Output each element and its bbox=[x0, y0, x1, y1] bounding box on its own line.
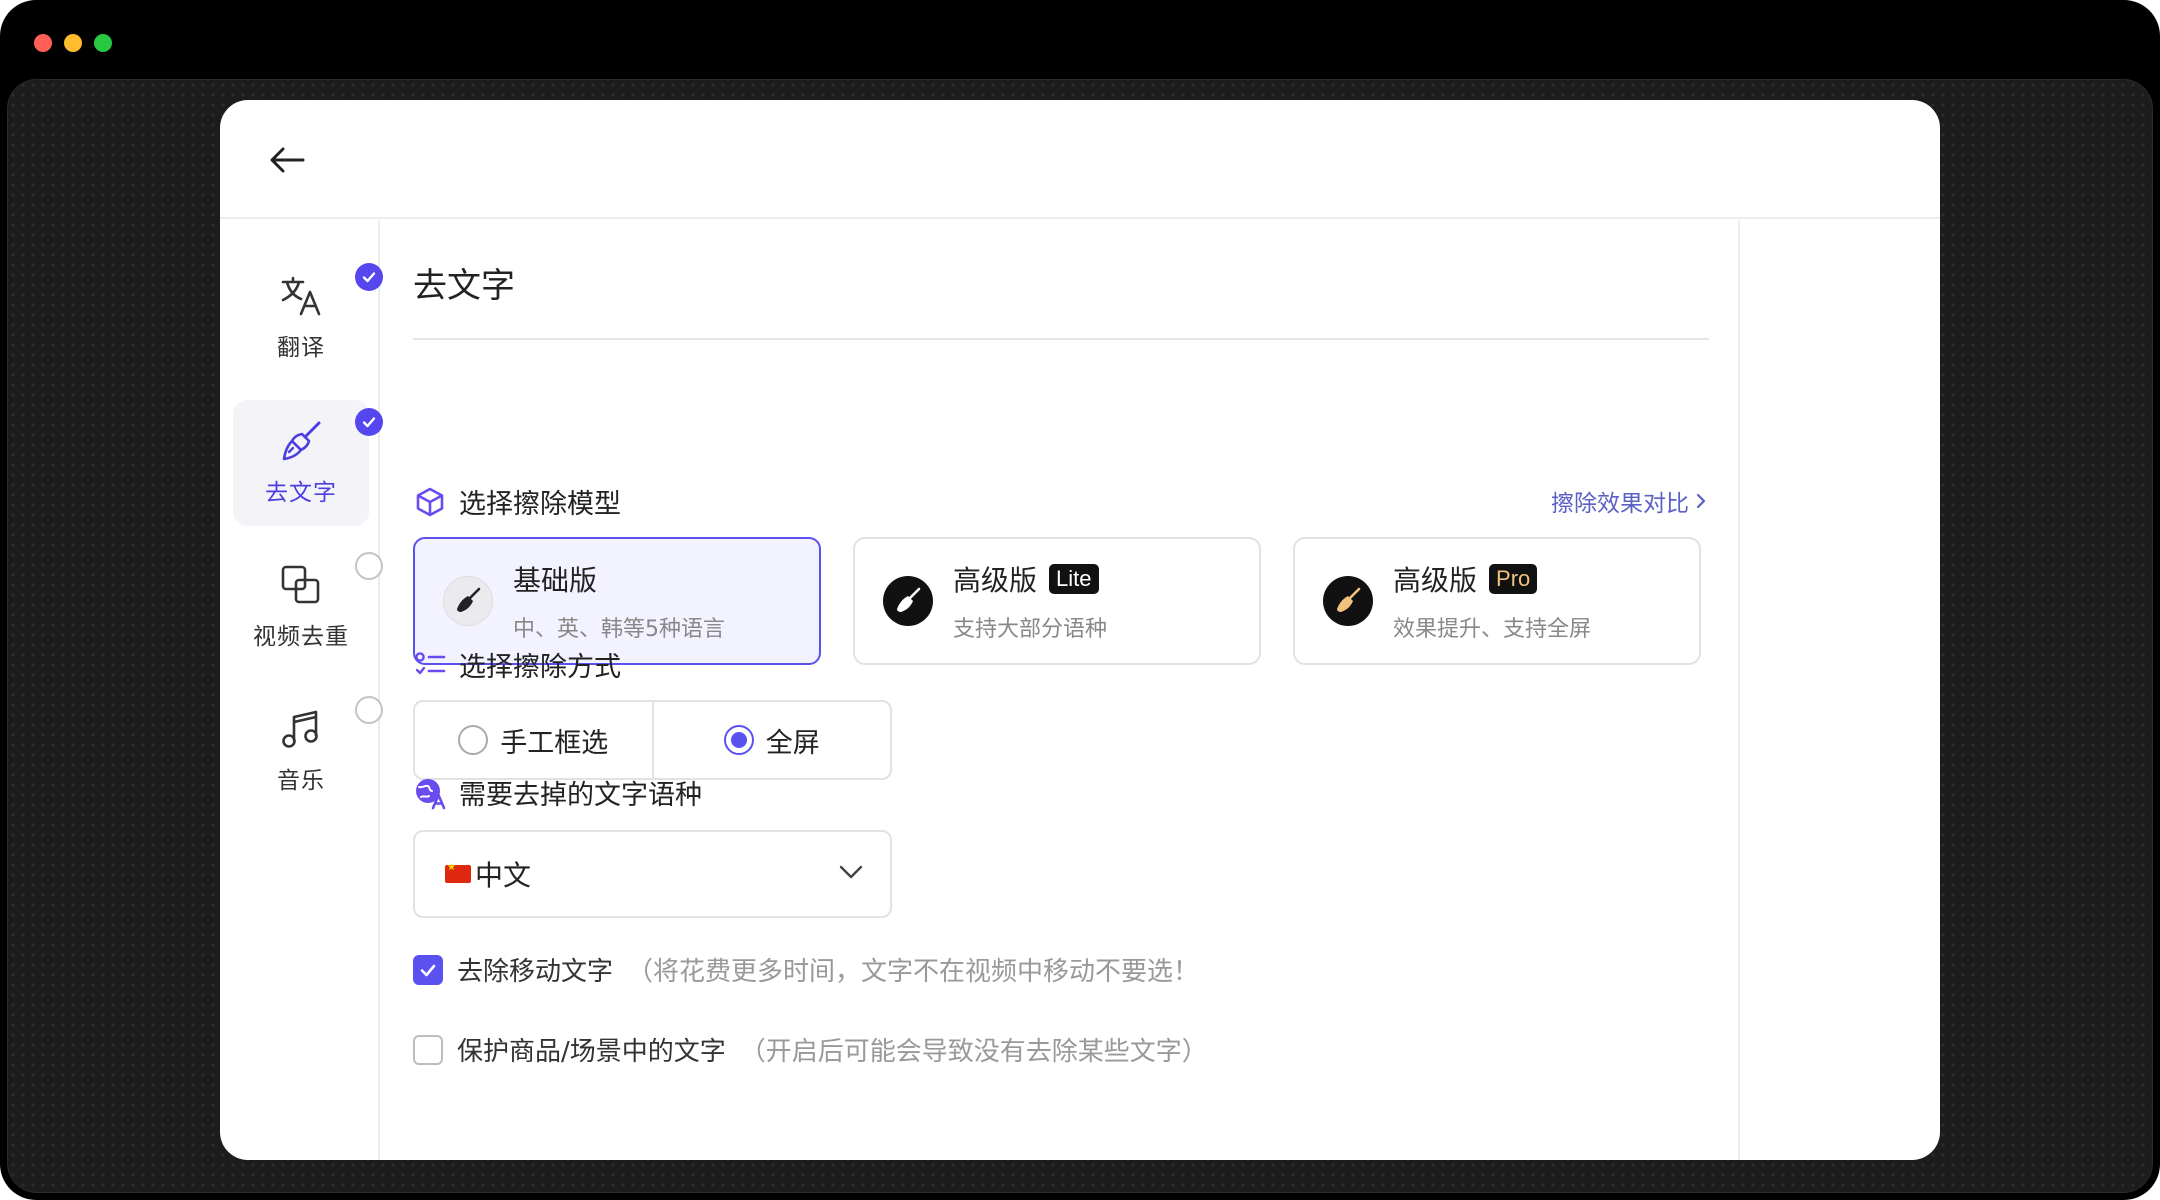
option-hint: （将花费更多时间，文字不在视频中移动不要选！ bbox=[627, 957, 1200, 987]
broom-icon bbox=[282, 421, 321, 461]
mode-option-manual[interactable]: 手工框选 bbox=[415, 702, 652, 778]
feature-sidebar: 翻译 去文字 视频去重 音乐 bbox=[220, 220, 383, 1160]
check-circle-icon bbox=[355, 408, 383, 436]
lite-badge: Lite bbox=[1049, 564, 1099, 594]
remove-text-dialog: 翻译 去文字 视频去重 音乐 去文字 选择擦除模型 擦除效果对比 基础版 中、英… bbox=[220, 100, 1940, 1160]
remove-text-panel: 去文字 选择擦除模型 擦除效果对比 基础版 中、英、韩等5种语言 高级版 Lit… bbox=[413, 220, 1713, 1160]
window-controls bbox=[34, 34, 112, 52]
model-card-subtitle: 效果提升、支持全屏 bbox=[1393, 617, 1592, 642]
list-check-icon bbox=[413, 648, 447, 682]
right-panel-divider bbox=[1738, 220, 1740, 1160]
sidebar-item-translate[interactable]: 翻译 bbox=[233, 255, 383, 381]
protect-product-text-checkbox[interactable] bbox=[413, 1034, 443, 1065]
mode-option-fullscreen[interactable]: 全屏 bbox=[651, 702, 891, 778]
close-window-button[interactable] bbox=[34, 34, 52, 52]
sidebar-item-label: 音乐 bbox=[277, 768, 325, 794]
maximize-window-button[interactable] bbox=[94, 34, 112, 52]
pro-badge: Pro bbox=[1489, 564, 1538, 594]
sidebar-item-label: 去文字 bbox=[265, 480, 337, 506]
sidebar-item-label: 视频去重 bbox=[253, 624, 349, 650]
mode-section-heading: 选择擦除方式 bbox=[413, 645, 621, 684]
check-circle-icon bbox=[355, 263, 383, 291]
compare-link-label: 擦除效果对比 bbox=[1551, 491, 1689, 517]
model-card-title: 高级版 bbox=[953, 564, 1038, 597]
china-flag-icon bbox=[445, 862, 471, 883]
back-button[interactable] bbox=[262, 138, 312, 182]
model-section-heading: 选择擦除模型 bbox=[413, 482, 621, 521]
unchecked-circle-icon bbox=[355, 696, 383, 724]
music-note-icon bbox=[282, 710, 318, 748]
unchecked-circle-icon bbox=[355, 552, 383, 580]
language-select-value: 中文 bbox=[475, 859, 532, 892]
chevron-right-icon bbox=[1696, 493, 1706, 509]
minimize-window-button[interactable] bbox=[64, 34, 82, 52]
device-frame: 翻译 去文字 视频去重 音乐 去文字 选择擦除模型 擦除效果对比 基础版 中、英… bbox=[0, 0, 2160, 1200]
model-card-title: 高级版 bbox=[1393, 564, 1478, 597]
radio-button[interactable] bbox=[723, 725, 754, 755]
model-card-subtitle: 支持大部分语种 bbox=[953, 617, 1108, 642]
erase-mode-segmented: 手工框选 全屏 bbox=[413, 700, 892, 780]
copy-icon bbox=[281, 565, 320, 604]
mode-option-label: 手工框选 bbox=[500, 727, 609, 759]
arrow-left-icon bbox=[270, 147, 305, 173]
broom-icon bbox=[1323, 576, 1373, 626]
model-card-pro[interactable]: 高级版 Pro 效果提升、支持全屏 bbox=[1293, 537, 1701, 665]
model-card-lite[interactable]: 高级版 Lite 支持大部分语种 bbox=[853, 537, 1261, 665]
sidebar-item-music[interactable]: 音乐 bbox=[233, 688, 383, 814]
language-select[interactable]: 中文 bbox=[413, 830, 892, 918]
section-title: 选择擦除模型 bbox=[459, 489, 621, 520]
model-card-subtitle: 中、英、韩等5种语言 bbox=[513, 617, 725, 642]
mode-option-label: 全屏 bbox=[765, 727, 820, 759]
section-title: 选择擦除方式 bbox=[459, 652, 621, 683]
compare-effect-link[interactable]: 擦除效果对比 bbox=[1551, 484, 1707, 518]
option-hint: （开启后可能会导致没有去除某些文字） bbox=[739, 1037, 1208, 1067]
section-title: 需要去掉的文字语种 bbox=[459, 780, 702, 811]
remove-moving-text-option: 去除移动文字 （将花费更多时间，文字不在视频中移动不要选！ bbox=[413, 951, 1199, 988]
protect-product-text-option: 保护商品/场景中的文字 （开启后可能会导致没有去除某些文字） bbox=[413, 1031, 1208, 1068]
option-label: 去除移动文字 bbox=[457, 957, 614, 987]
title-divider bbox=[413, 338, 1709, 340]
sidebar-item-label: 翻译 bbox=[277, 335, 325, 361]
radio-button[interactable] bbox=[458, 725, 489, 755]
language-section-heading: 需要去掉的文字语种 bbox=[413, 773, 702, 812]
broom-icon bbox=[883, 576, 933, 626]
cube-icon bbox=[413, 485, 447, 519]
broom-icon bbox=[443, 576, 493, 626]
globe-language-icon bbox=[413, 776, 447, 810]
translate-icon bbox=[281, 276, 321, 316]
top-bar bbox=[220, 100, 1940, 219]
sidebar-item-video-dedup[interactable]: 视频去重 bbox=[233, 544, 383, 670]
remove-moving-text-checkbox[interactable] bbox=[413, 954, 443, 985]
sidebar-item-remove-text[interactable]: 去文字 bbox=[233, 400, 383, 526]
chevron-down-icon bbox=[839, 865, 863, 879]
model-card-title: 基础版 bbox=[513, 564, 598, 597]
page-title: 去文字 bbox=[413, 266, 515, 306]
option-label: 保护商品/场景中的文字 bbox=[457, 1037, 726, 1067]
